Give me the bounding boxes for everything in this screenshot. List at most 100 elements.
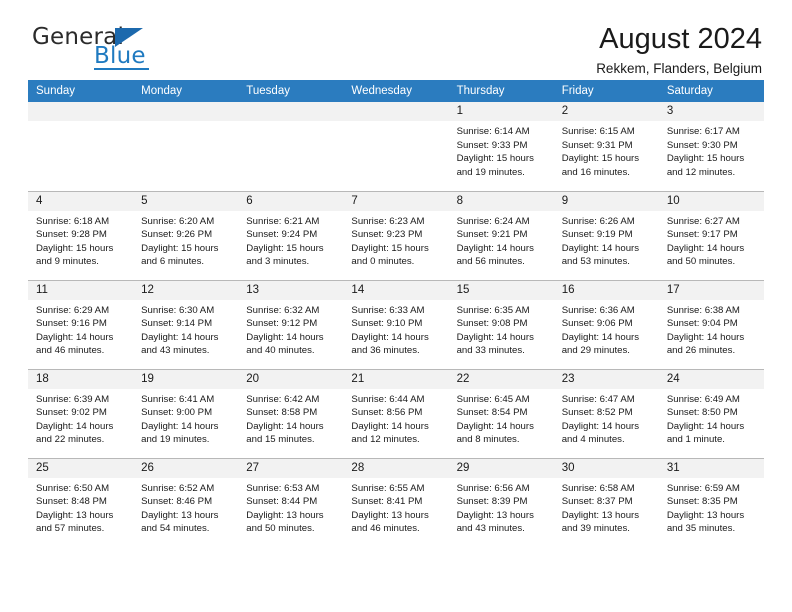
sunrise-text: Sunrise: 6:20 AM [141, 215, 215, 227]
calendar-day-cell[interactable]: 14 Sunrise: 6:33 AM Sunset: 9:10 PM Dayligh… [343, 279, 449, 369]
calendar-day-cell[interactable]: 25 Sunrise: 6:50 AM Sunset: 8:48 PM Dayligh… [28, 457, 134, 547]
calendar-day-cell[interactable]: 3 Sunrise: 6:17 AM Sunset: 9:30 PM Daylight… [658, 102, 764, 191]
calendar-empty-cell [343, 102, 449, 191]
day-number [133, 102, 239, 121]
calendar-day-cell[interactable]: 22 Sunrise: 6:45 AM Sunset: 8:54 PM Dayligh… [448, 368, 554, 458]
calendar-day-cell[interactable]: 4 Sunrise: 6:18 AM Sunset: 9:28 PM Daylight… [28, 190, 134, 280]
day-details: Sunrise: 6:36 AM Sunset: 9:06 PM Daylight:… [554, 300, 659, 358]
daylight-text-line1: Daylight: 15 hours [246, 242, 324, 254]
day-details: Sunrise: 6:14 AM Sunset: 9:33 PM Daylight:… [449, 121, 554, 179]
daylight-text-line2: and 36 minutes. [351, 345, 420, 357]
sunrise-text: Sunrise: 6:21 AM [246, 215, 320, 227]
day-details: Sunrise: 6:33 AM Sunset: 9:10 PM Daylight:… [343, 300, 448, 358]
daylight-text-line2: and 19 minutes. [456, 166, 525, 178]
day-number: 26 [133, 458, 239, 478]
day-details: Sunrise: 6:30 AM Sunset: 9:14 PM Daylight:… [133, 300, 238, 358]
daylight-text-line1: Daylight: 15 hours [666, 153, 745, 165]
daylight-text-line1: Daylight: 14 hours [666, 331, 745, 343]
daylight-text-line1: Daylight: 14 hours [246, 420, 324, 432]
daylight-text-line2: and 12 minutes. [351, 434, 420, 446]
daylight-text-line1: Daylight: 14 hours [351, 331, 429, 343]
daylight-text-line2: and 56 minutes. [456, 256, 525, 268]
sunrise-text: Sunrise: 6:26 AM [561, 215, 635, 227]
calendar-day-cell[interactable]: 18 Sunrise: 6:39 AM Sunset: 9:02 PM Dayligh… [28, 368, 134, 458]
day-details: Sunrise: 6:50 AM Sunset: 8:48 PM Daylight:… [28, 478, 133, 536]
daylight-text-line2: and 1 minute. [666, 434, 725, 446]
daylight-text-line2: and 43 minutes. [456, 523, 525, 535]
sunset-text: Sunset: 9:12 PM [246, 318, 318, 330]
sunset-text: Sunset: 8:39 PM [456, 496, 528, 508]
calendar-day-cell[interactable]: 5 Sunrise: 6:20 AM Sunset: 9:26 PM Daylight… [133, 190, 239, 280]
calendar-day-cell[interactable]: 30 Sunrise: 6:58 AM Sunset: 8:37 PM Dayligh… [553, 457, 659, 547]
logo-underline [94, 68, 149, 70]
daylight-text-line2: and 4 minutes. [561, 434, 625, 446]
calendar-day-cell[interactable]: 1 Sunrise: 6:14 AM Sunset: 9:33 PM Daylight… [448, 102, 554, 191]
day-number: 11 [28, 280, 134, 300]
weekday-header-thursday: Thursday [448, 80, 554, 102]
daylight-text-line2: and 46 minutes. [36, 345, 105, 357]
sunrise-text: Sunrise: 6:53 AM [246, 482, 320, 494]
daylight-text-line1: Daylight: 15 hours [141, 242, 219, 254]
daylight-text-line1: Daylight: 13 hours [246, 509, 324, 521]
day-details: Sunrise: 6:27 AM Sunset: 9:17 PM Daylight:… [659, 211, 764, 269]
calendar-day-cell[interactable]: 7 Sunrise: 6:23 AM Sunset: 9:23 PM Daylight… [343, 190, 449, 280]
calendar-day-cell[interactable]: 29 Sunrise: 6:56 AM Sunset: 8:39 PM Dayligh… [448, 457, 554, 547]
calendar-body: 1 Sunrise: 6:14 AM Sunset: 9:33 PM Daylight… [28, 102, 764, 547]
sunrise-text: Sunrise: 6:23 AM [351, 215, 425, 227]
daylight-text-line1: Daylight: 13 hours [351, 509, 429, 521]
calendar-day-cell[interactable]: 9 Sunrise: 6:26 AM Sunset: 9:19 PM Daylight… [553, 190, 659, 280]
day-number: 2 [553, 102, 659, 121]
calendar-day-cell[interactable]: 19 Sunrise: 6:41 AM Sunset: 9:00 PM Dayligh… [133, 368, 239, 458]
calendar-day-cell[interactable]: 16 Sunrise: 6:36 AM Sunset: 9:06 PM Dayligh… [553, 279, 659, 369]
day-details: Sunrise: 6:20 AM Sunset: 9:26 PM Daylight:… [133, 211, 238, 269]
calendar-day-cell[interactable]: 12 Sunrise: 6:30 AM Sunset: 9:14 PM Dayligh… [133, 279, 239, 369]
sunset-text: Sunset: 9:30 PM [666, 139, 738, 151]
daylight-text-line1: Daylight: 15 hours [351, 242, 429, 254]
sunset-text: Sunset: 9:26 PM [141, 229, 213, 241]
day-number: 29 [448, 458, 554, 478]
title-block: August 2024 Rekkem, Flanders, Belgium [596, 23, 764, 77]
day-details: Sunrise: 6:52 AM Sunset: 8:46 PM Daylight:… [133, 478, 238, 536]
calendar-day-cell[interactable]: 11 Sunrise: 6:29 AM Sunset: 9:16 PM Dayligh… [28, 279, 134, 369]
calendar-empty-cell [133, 102, 239, 191]
calendar-day-cell[interactable]: 21 Sunrise: 6:44 AM Sunset: 8:56 PM Dayligh… [343, 368, 449, 458]
sunrise-text: Sunrise: 6:14 AM [456, 126, 530, 137]
daylight-text-line2: and 9 minutes. [36, 256, 99, 268]
daylight-text-line1: Daylight: 15 hours [456, 153, 534, 165]
day-number: 9 [553, 191, 659, 211]
sunset-text: Sunset: 8:37 PM [561, 496, 633, 508]
calendar-day-cell[interactable]: 24 Sunrise: 6:49 AM Sunset: 8:50 PM Dayligh… [658, 368, 764, 458]
day-details: Sunrise: 6:35 AM Sunset: 9:08 PM Daylight:… [449, 300, 554, 358]
sunset-text: Sunset: 9:24 PM [246, 229, 318, 241]
calendar-day-cell[interactable]: 31 Sunrise: 6:59 AM Sunset: 8:35 PM Dayligh… [658, 457, 764, 547]
day-number: 1 [448, 102, 554, 121]
day-number: 24 [658, 369, 764, 389]
page-title: August 2024 [599, 23, 762, 55]
calendar-day-cell[interactable]: 27 Sunrise: 6:53 AM Sunset: 8:44 PM Dayligh… [238, 457, 344, 547]
day-details: Sunrise: 6:49 AM Sunset: 8:50 PM Daylight:… [659, 389, 764, 447]
general-blue-logo: General Blue [32, 24, 162, 72]
calendar-day-cell[interactable]: 17 Sunrise: 6:38 AM Sunset: 9:04 PM Dayligh… [658, 279, 764, 369]
calendar-day-cell[interactable]: 15 Sunrise: 6:35 AM Sunset: 9:08 PM Dayligh… [448, 279, 554, 369]
daylight-text-line1: Daylight: 14 hours [561, 331, 640, 343]
calendar-day-cell[interactable]: 13 Sunrise: 6:32 AM Sunset: 9:12 PM Dayligh… [238, 279, 344, 369]
daylight-text-line2: and 57 minutes. [36, 523, 105, 535]
sunset-text: Sunset: 8:35 PM [666, 496, 738, 508]
calendar-day-cell[interactable]: 26 Sunrise: 6:52 AM Sunset: 8:46 PM Dayligh… [133, 457, 239, 547]
day-number: 13 [238, 280, 344, 300]
day-details: Sunrise: 6:21 AM Sunset: 9:24 PM Daylight:… [238, 211, 343, 269]
calendar-day-cell[interactable]: 23 Sunrise: 6:47 AM Sunset: 8:52 PM Dayligh… [553, 368, 659, 458]
daylight-text-line1: Daylight: 14 hours [351, 420, 429, 432]
sunset-text: Sunset: 8:48 PM [36, 496, 107, 508]
calendar-day-cell[interactable]: 20 Sunrise: 6:42 AM Sunset: 8:58 PM Dayligh… [238, 368, 344, 458]
calendar-day-cell[interactable]: 10 Sunrise: 6:27 AM Sunset: 9:17 PM Dayligh… [658, 190, 764, 280]
calendar-day-cell[interactable]: 28 Sunrise: 6:55 AM Sunset: 8:41 PM Dayligh… [343, 457, 449, 547]
calendar-day-cell[interactable]: 6 Sunrise: 6:21 AM Sunset: 9:24 PM Daylight… [238, 190, 344, 280]
daylight-text-line2: and 50 minutes. [666, 256, 736, 268]
daylight-text-line2: and 46 minutes. [351, 523, 420, 535]
sunset-text: Sunset: 9:17 PM [666, 229, 738, 241]
calendar-day-cell[interactable]: 8 Sunrise: 6:24 AM Sunset: 9:21 PM Daylight… [448, 190, 554, 280]
weekday-header-tuesday: Tuesday [238, 80, 344, 102]
calendar-day-cell[interactable]: 2 Sunrise: 6:15 AM Sunset: 9:31 PM Daylight… [553, 102, 659, 191]
daylight-text-line1: Daylight: 13 hours [36, 509, 114, 521]
